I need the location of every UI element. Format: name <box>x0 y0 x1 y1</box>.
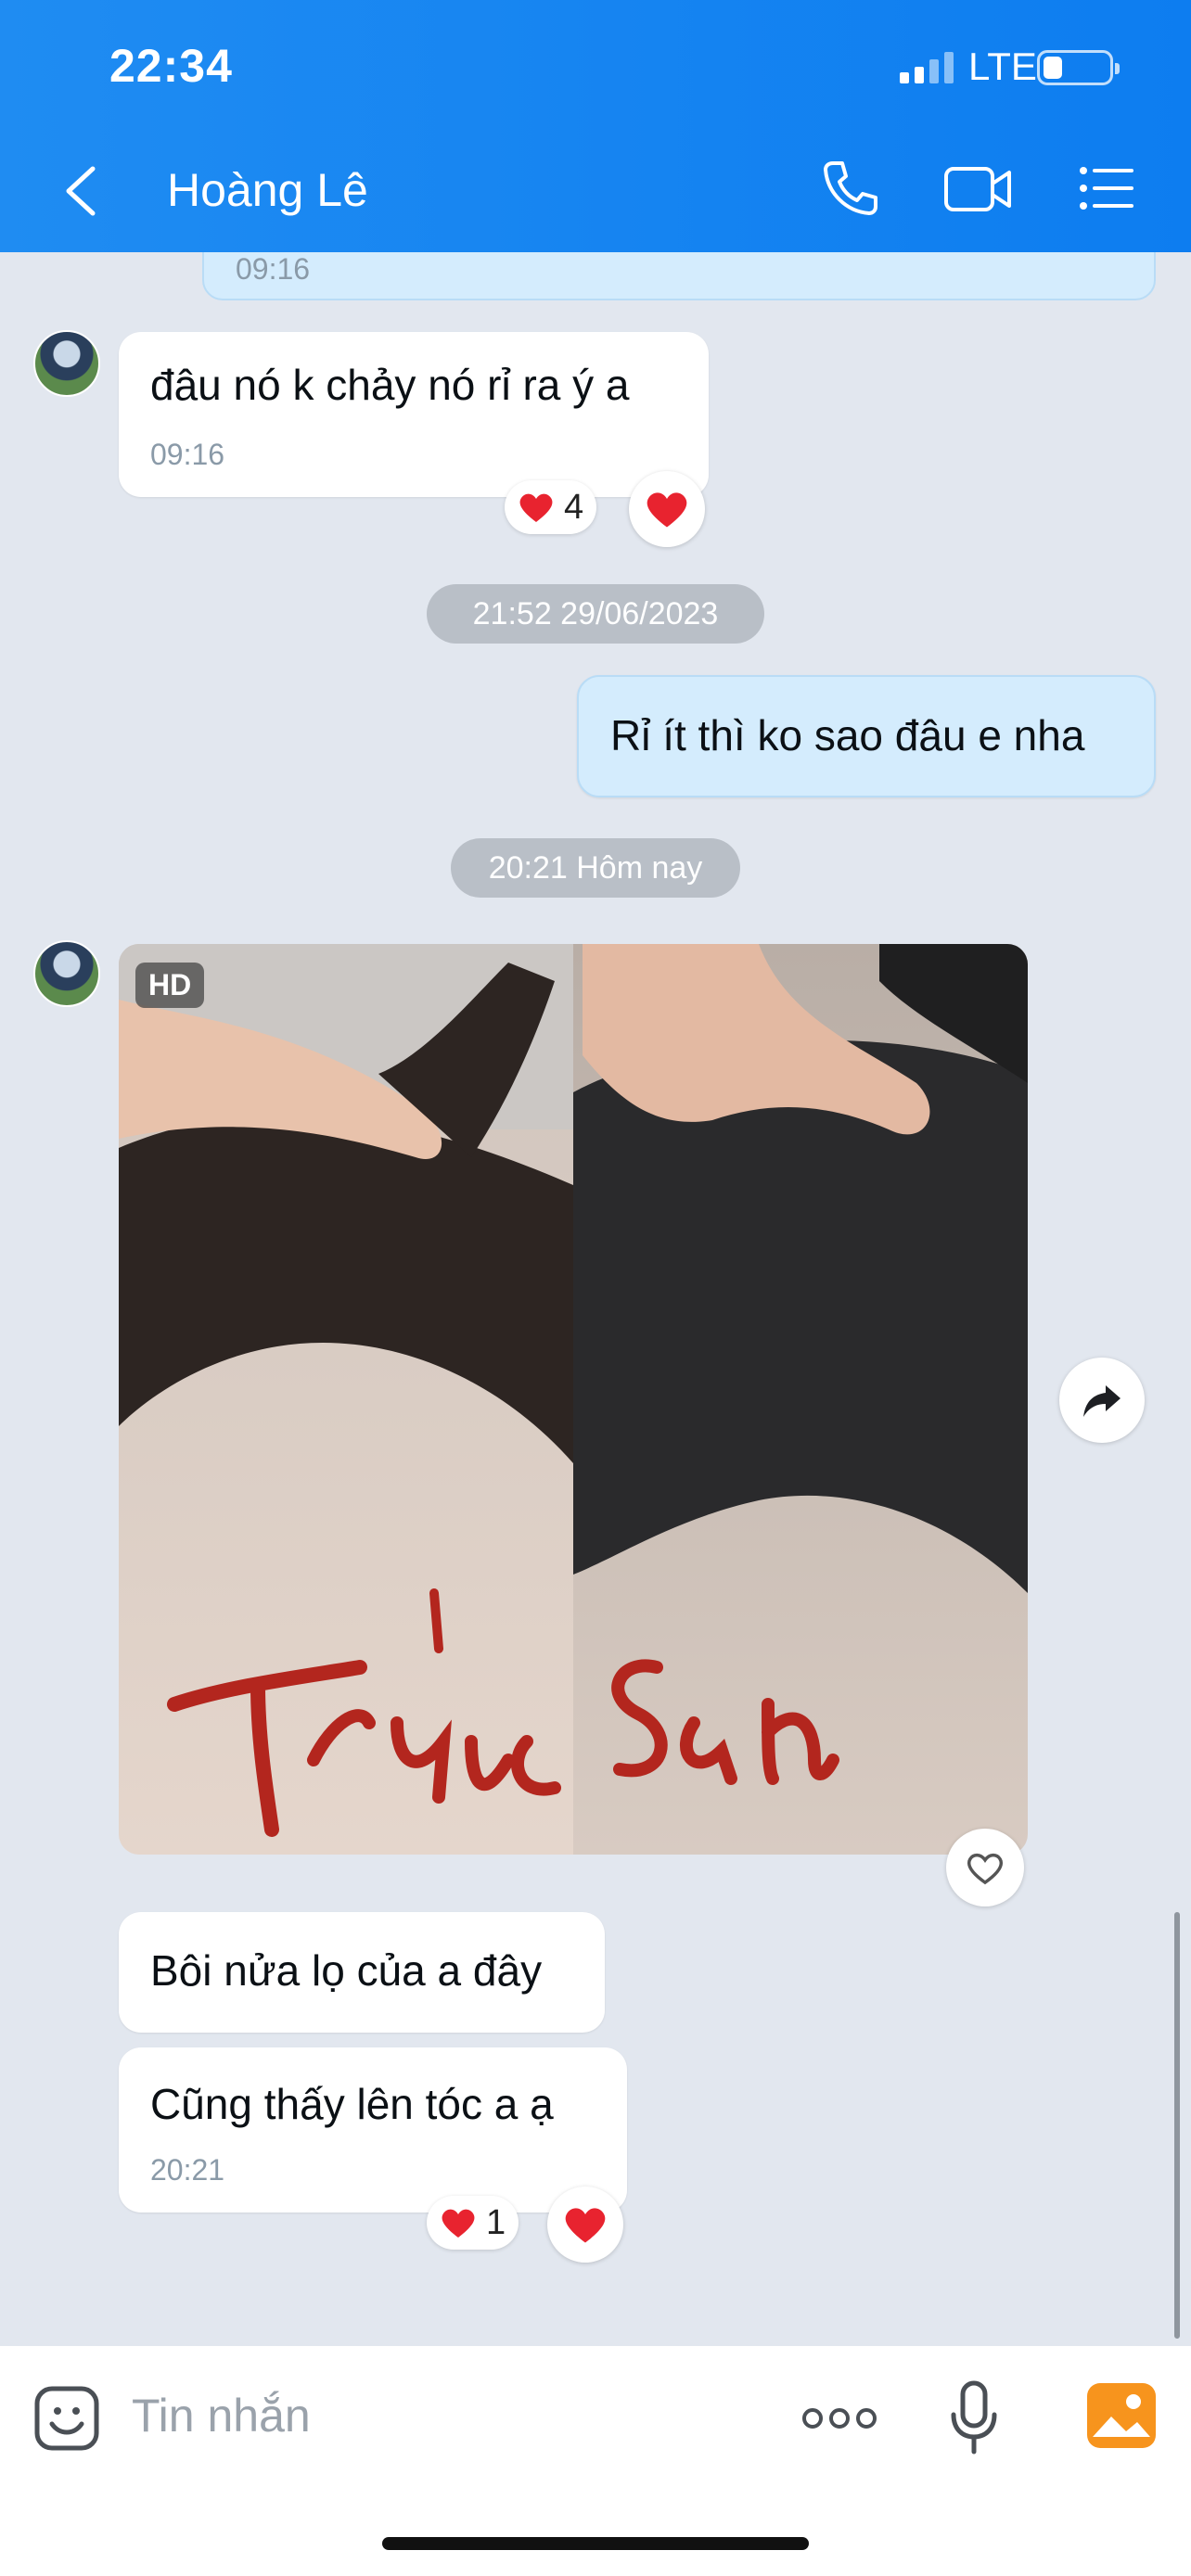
scrollbar[interactable] <box>1174 1912 1180 2339</box>
hd-badge: HD <box>135 963 205 1008</box>
like-button[interactable] <box>946 1829 1024 1906</box>
image-picker-icon[interactable] <box>1085 2381 1158 2450</box>
status-time: 22:34 <box>109 40 233 92</box>
photo-message[interactable]: HD <box>119 944 1028 1855</box>
phone-call-icon[interactable] <box>820 158 881 219</box>
microphone-icon[interactable] <box>948 2379 1000 2457</box>
video-call-icon[interactable] <box>942 158 1015 219</box>
battery-icon <box>1037 50 1120 85</box>
message-time: 20:21 <box>150 2153 225 2187</box>
outgoing-bubble[interactable]: Rỉ ít thì ko sao đâu e nha <box>577 675 1156 797</box>
react-heart-button[interactable] <box>629 471 705 547</box>
network-label: LTE <box>968 45 1037 88</box>
incoming-bubble[interactable]: Bôi nửa lọ của a đây <box>119 1912 605 2033</box>
before-after-photo <box>119 944 1028 1855</box>
signal-icon <box>900 52 955 83</box>
chat-area[interactable]: 09:16 đâu nó k chảy nó rỉ ra ý a 09:16 4… <box>0 252 1191 2346</box>
incoming-bubble[interactable]: Cũng thấy lên tóc a ạ 20:21 <box>119 2047 627 2213</box>
share-arrow-icon <box>1083 1385 1121 1417</box>
sticker-emoji-icon[interactable] <box>32 2383 102 2454</box>
share-button[interactable] <box>1059 1358 1145 1443</box>
incoming-bubble[interactable]: đâu nó k chảy nó rỉ ra ý a 09:16 <box>119 332 709 497</box>
heart-icon <box>519 493 553 522</box>
menu-list-icon[interactable] <box>1076 158 1137 219</box>
date-separator: 20:21 Hôm nay <box>451 838 740 898</box>
chat-header: 22:34 LTE Hoàng Lê <box>0 0 1191 252</box>
heart-icon <box>565 2208 606 2243</box>
message-text: Bôi nửa lọ của a đây <box>150 1946 543 1995</box>
home-indicator <box>382 2537 809 2550</box>
message-input[interactable]: Tin nhắn <box>132 2389 311 2442</box>
avatar[interactable] <box>33 940 100 1007</box>
message-text: Cũng thấy lên tóc a ạ <box>150 2080 554 2128</box>
heart-icon <box>442 2209 475 2238</box>
message-text: Rỉ ít thì ko sao đâu e nha <box>610 711 1085 759</box>
more-options-icon[interactable] <box>801 2400 877 2437</box>
contact-name[interactable]: Hoàng Lê <box>167 163 368 217</box>
reaction-summary[interactable]: 4 <box>505 480 597 534</box>
react-heart-button[interactable] <box>547 2187 623 2263</box>
reaction-summary[interactable]: 1 <box>427 2196 519 2250</box>
reaction-count: 4 <box>564 487 584 527</box>
heart-outline-icon <box>967 1853 1004 1885</box>
back-icon[interactable] <box>58 163 104 219</box>
heart-icon <box>647 492 687 528</box>
reaction-count: 1 <box>486 2202 506 2242</box>
outgoing-bubble-previous[interactable]: 09:16 <box>202 252 1156 300</box>
message-time: 09:16 <box>236 252 311 286</box>
date-separator: 21:52 29/06/2023 <box>427 584 764 644</box>
avatar[interactable] <box>33 330 100 397</box>
message-text: đâu nó k chảy nó rỉ ra ý a <box>150 361 630 409</box>
message-time: 09:16 <box>150 438 225 471</box>
